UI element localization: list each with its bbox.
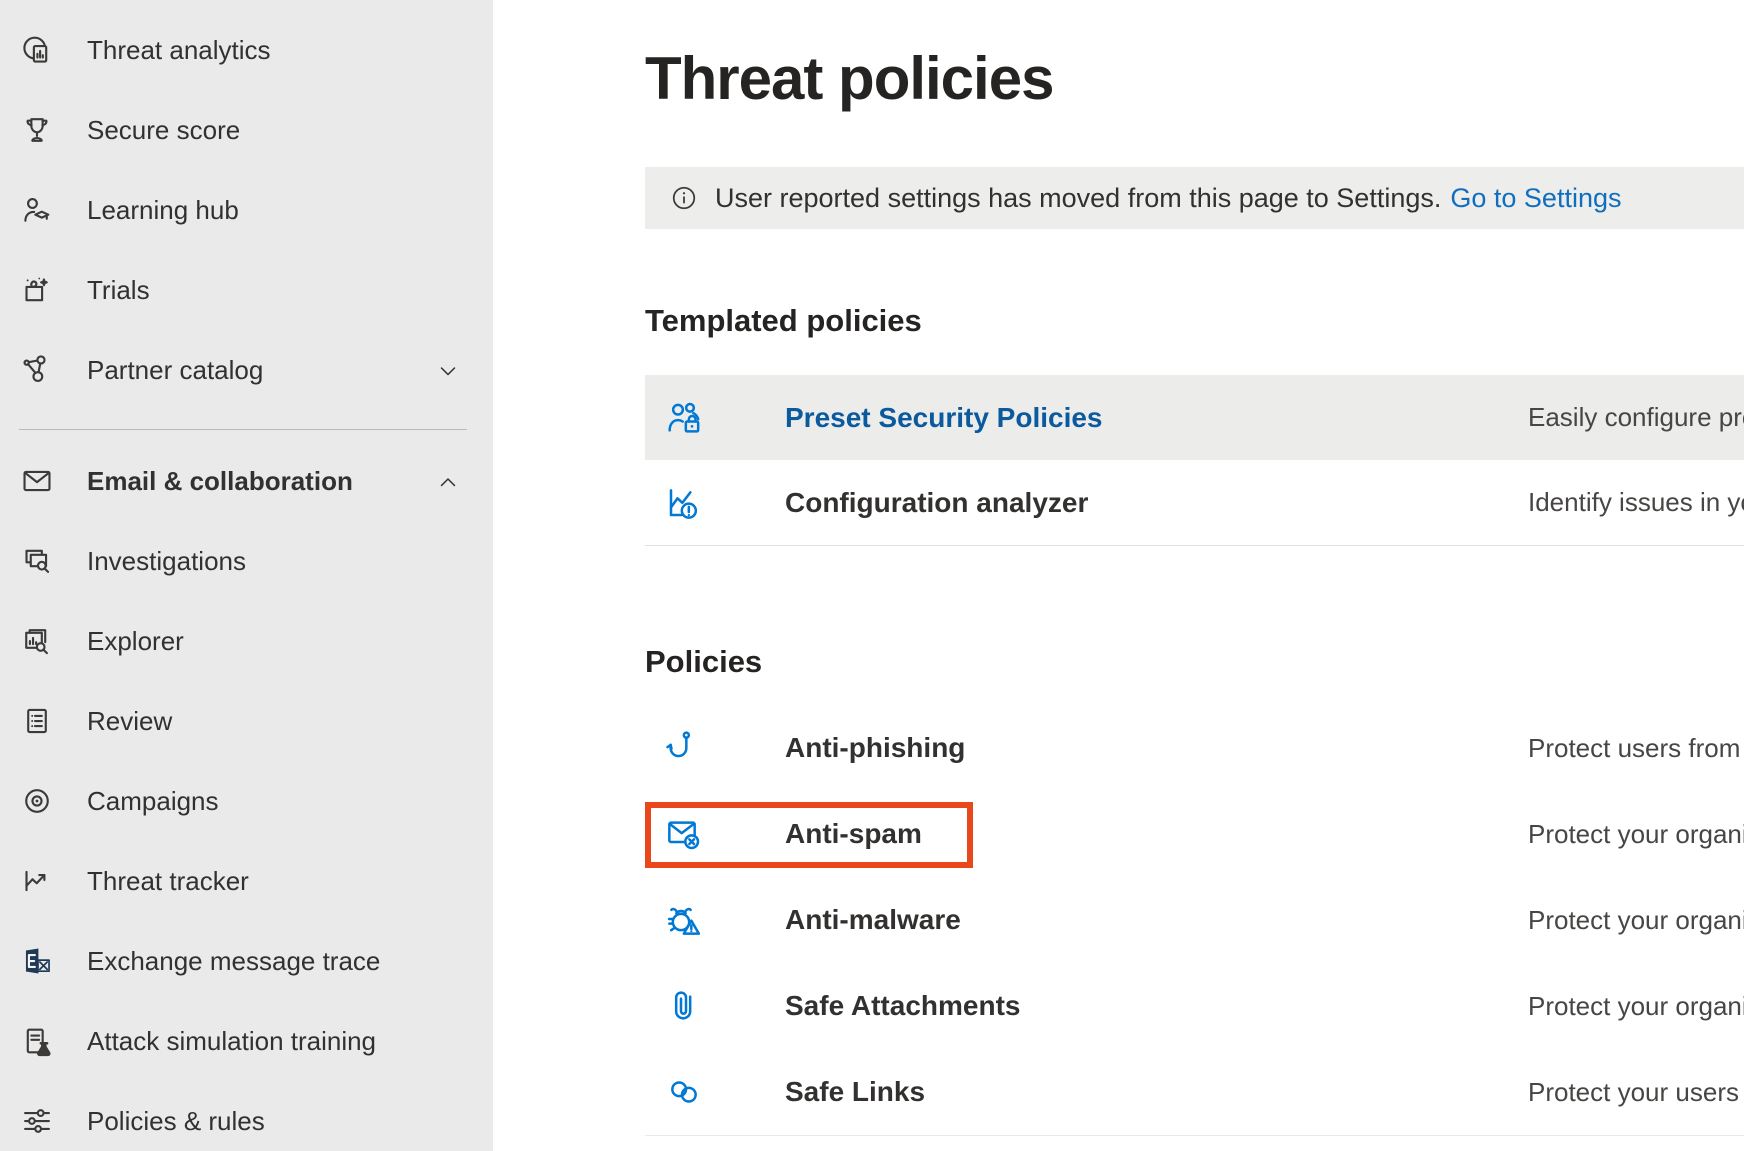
policy-row-label-safe-links: Safe Links — [785, 1076, 925, 1108]
anti-spam-icon — [664, 814, 704, 854]
sidebar: Threat analytics Secure score Learning hub… — [0, 0, 493, 1151]
banner-text: User reported settings has moved from th… — [715, 183, 1441, 214]
defender-portal: Threat analytics Secure score Learning hub… — [0, 0, 1744, 1151]
sidebar-item-label: Learning hub — [87, 195, 239, 226]
policy-row-description: Identify issues in you — [1528, 487, 1744, 518]
sidebar-item-label: Email & collaboration — [87, 466, 353, 497]
sidebar-item-attack-simulation-training[interactable]: Attack simulation training — [0, 1001, 493, 1081]
sidebar-item-label: Threat analytics — [87, 35, 271, 66]
explorer-icon — [20, 624, 54, 658]
preset-security-icon — [664, 398, 704, 438]
sidebar-item-campaigns[interactable]: Campaigns — [0, 761, 493, 841]
sidebar-item-label: Review — [87, 706, 172, 737]
sidebar-item-label: Threat tracker — [87, 866, 249, 897]
review-icon — [20, 704, 54, 738]
sidebar-item-partner-catalog[interactable]: Partner catalog — [0, 330, 493, 410]
sidebar-item-email-collaboration[interactable]: Email & collaboration — [0, 441, 493, 521]
sidebar-item-label: Explorer — [87, 626, 184, 657]
trophy-icon — [20, 113, 54, 147]
policy-row-description: Protect your organiz — [1528, 905, 1744, 936]
exchange-icon — [20, 944, 54, 978]
policy-row-safe-links[interactable]: Safe Links Protect your users fr — [645, 1049, 1744, 1136]
policy-row-label-anti-spam: Anti-spam — [785, 818, 922, 850]
sidebar-item-label: Policies & rules — [87, 1106, 265, 1137]
policy-row-configuration-analyzer[interactable]: Configuration analyzer Identify issues in… — [645, 460, 1744, 546]
section-title-policies: Policies — [645, 644, 762, 680]
sidebar-item-label: Partner catalog — [87, 355, 263, 386]
info-icon — [670, 184, 698, 212]
sidebar-item-label: Campaigns — [87, 786, 219, 817]
section-title-templated-policies: Templated policies — [645, 303, 922, 339]
sidebar-item-exchange-message-trace[interactable]: Exchange message trace — [0, 921, 493, 1001]
sidebar-item-secure-score[interactable]: Secure score — [0, 90, 493, 170]
sidebar-item-label: Attack simulation training — [87, 1026, 376, 1057]
policy-row-label-safe-attachments: Safe Attachments — [785, 990, 1020, 1022]
policy-row-label-preset-security-policies[interactable]: Preset Security Policies — [785, 402, 1103, 434]
sidebar-item-label: Trials — [87, 275, 150, 306]
anti-malware-icon — [664, 900, 704, 940]
policy-row-description: Easily configure prot — [1528, 402, 1744, 433]
sidebar-item-threat-analytics[interactable]: Threat analytics — [0, 10, 493, 90]
safe-attachments-icon — [664, 986, 704, 1026]
sidebar-nav: Threat analytics Secure score Learning hub… — [0, 0, 493, 1151]
mail-icon — [20, 464, 54, 498]
safe-links-icon — [664, 1072, 704, 1112]
sidebar-item-learning-hub[interactable]: Learning hub — [0, 170, 493, 250]
page-title: Threat policies — [645, 44, 1053, 113]
partner-catalog-icon — [20, 353, 54, 387]
policies-rules-icon — [20, 1104, 54, 1138]
policy-row-label-anti-malware: Anti-malware — [785, 904, 961, 936]
policy-row-label-configuration-analyzer: Configuration analyzer — [785, 487, 1088, 519]
chevron-down-icon[interactable] — [436, 359, 460, 383]
policy-row-preset-security-policies[interactable]: Preset Security Policies Easily configure… — [645, 375, 1744, 460]
info-banner: User reported settings has moved from th… — [645, 167, 1744, 229]
sidebar-item-trials[interactable]: Trials — [0, 250, 493, 330]
chevron-up-icon[interactable] — [436, 470, 460, 494]
sidebar-divider — [19, 429, 467, 430]
sidebar-item-threat-tracker[interactable]: Threat tracker — [0, 841, 493, 921]
sidebar-item-review[interactable]: Review — [0, 681, 493, 761]
policy-row-label-anti-phishing: Anti-phishing — [785, 732, 965, 764]
policy-row-description: Protect your organiz — [1528, 819, 1744, 850]
investigations-icon — [20, 544, 54, 578]
policy-row-description: Protect users from p — [1528, 733, 1744, 764]
campaigns-icon — [20, 784, 54, 818]
learning-hub-icon — [20, 193, 54, 227]
sidebar-item-label: Exchange message trace — [87, 946, 380, 977]
sidebar-item-explorer[interactable]: Explorer — [0, 601, 493, 681]
policy-row-anti-phishing[interactable]: Anti-phishing Protect users from p — [645, 705, 1744, 792]
policy-row-description: Protect your users fr — [1528, 1077, 1744, 1108]
sidebar-item-policies-rules[interactable]: Policies & rules — [0, 1081, 493, 1151]
attack-simulation-icon — [20, 1024, 54, 1058]
threat-tracker-icon — [20, 864, 54, 898]
policy-row-description: Protect your organiz — [1528, 991, 1744, 1022]
threat-analytics-icon — [20, 33, 54, 67]
configuration-analyzer-icon — [664, 483, 704, 523]
trials-icon — [20, 273, 54, 307]
go-to-settings-link[interactable]: Go to Settings — [1450, 183, 1621, 214]
policy-row-anti-malware[interactable]: Anti-malware Protect your organiz — [645, 877, 1744, 964]
sidebar-item-investigations[interactable]: Investigations — [0, 521, 493, 601]
policy-row-safe-attachments[interactable]: Safe Attachments Protect your organiz — [645, 963, 1744, 1050]
sidebar-item-label: Investigations — [87, 546, 246, 577]
policy-row-anti-spam[interactable]: Anti-spam Protect your organiz — [645, 791, 1744, 878]
anti-phishing-icon — [664, 728, 704, 768]
sidebar-item-label: Secure score — [87, 115, 240, 146]
